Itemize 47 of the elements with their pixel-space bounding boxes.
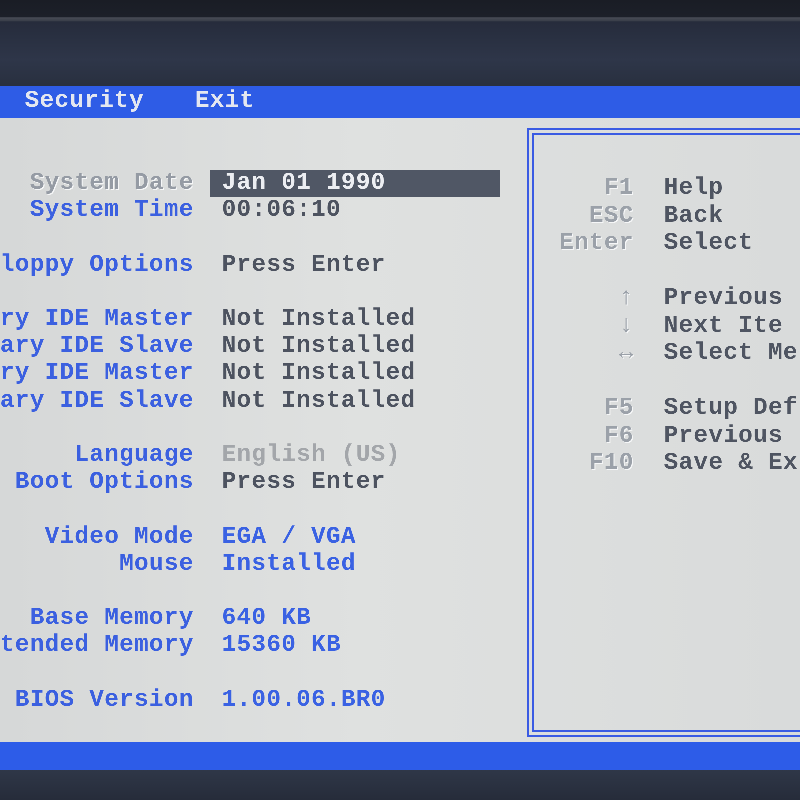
setting-value[interactable]: Press Enter [222, 469, 386, 496]
key-action: Previous [664, 422, 784, 450]
setting-value: 15360 KB [222, 632, 342, 660]
setting-value[interactable]: Press Enter [222, 252, 386, 279]
setting-label: ary IDE Slave [0, 388, 194, 415]
setting-label: ry IDE Master [0, 360, 194, 388]
setting-label: Mouse [119, 550, 194, 578]
setting-value[interactable]: Not Installed [222, 306, 416, 334]
setting-label: ary IDE Slave [0, 333, 194, 360]
setting-label: Language [74, 442, 194, 469]
setting-label: ry IDE Master [0, 306, 194, 334]
setting-label: Boot Options [15, 469, 194, 496]
key-label: ESC [589, 202, 634, 230]
key-label: F6 [604, 422, 634, 450]
setting-value[interactable]: Not Installed [222, 388, 416, 415]
key-action: Next Ite [664, 312, 784, 340]
setting-value: 640 KB [222, 605, 312, 632]
setting-value: EGA / VGA [222, 524, 356, 551]
setting-value: Installed [222, 550, 356, 578]
key-action: Help [664, 175, 724, 202]
key-label: ↓ [619, 312, 634, 340]
key-label: Enter [559, 230, 634, 258]
key-action: Save & Ex [664, 450, 798, 478]
setting-label: loppy Options [0, 252, 194, 279]
setting-value[interactable]: 00:06:10 [222, 197, 342, 224]
key-label: ↔ [619, 340, 634, 368]
key-label: ↑ [619, 285, 634, 312]
key-label: F1 [604, 175, 634, 202]
setting-label: BIOS Version [15, 686, 194, 714]
key-action: Setup Def [664, 395, 798, 422]
setting-value[interactable]: Not Installed [222, 333, 416, 360]
menu-tab[interactable]: Security [23, 88, 146, 116]
setting-value[interactable]: Not Installed [222, 360, 416, 388]
menu-tab[interactable]: Exit [193, 88, 257, 116]
setting-label: Video Mode [44, 524, 194, 551]
key-action: Back [664, 202, 724, 230]
key-action: Select Me [664, 340, 798, 368]
key-label: F5 [604, 395, 634, 422]
setting-label: tended Memory [0, 632, 194, 660]
setting-label: Base Memory [30, 605, 194, 632]
setting-value: 1.00.06.BR0 [222, 686, 386, 714]
key-action: Select [664, 230, 754, 258]
setting-label: System Time [30, 197, 194, 224]
key-action: Previous [664, 285, 784, 312]
key-label: F10 [589, 450, 634, 478]
setting-label: System Date [30, 170, 194, 198]
setting-value[interactable]: Jan 01 1990 [210, 170, 500, 198]
